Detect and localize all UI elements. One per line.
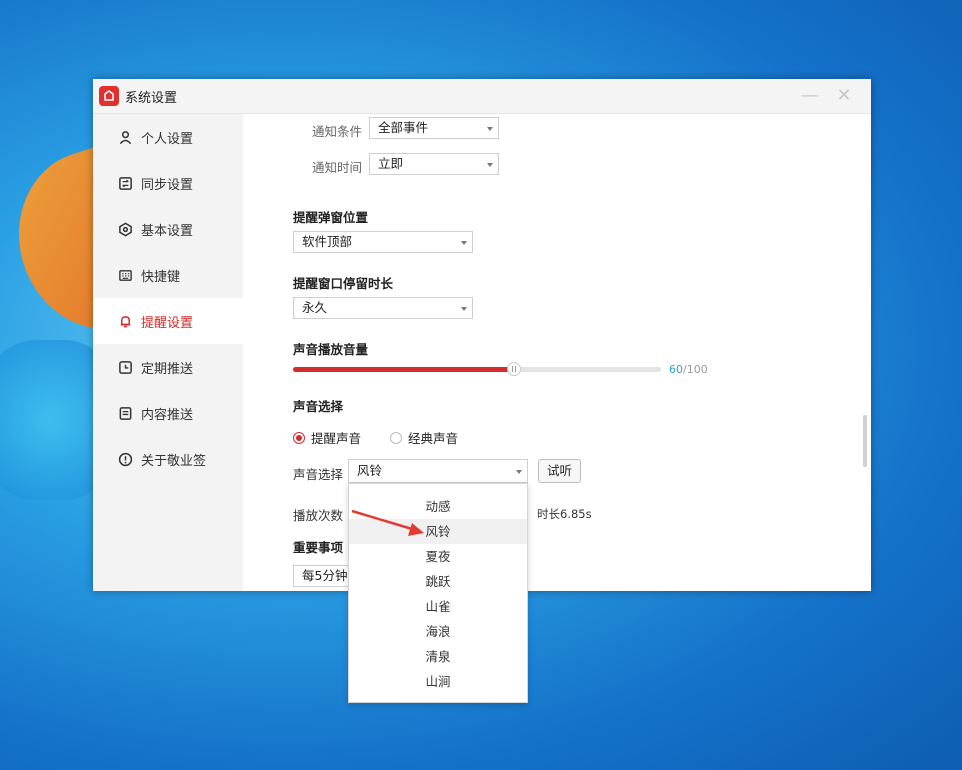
popup-duration-title: 提醒窗口停留时长 <box>293 276 394 291</box>
sidebar-item-sync[interactable]: 同步设置 <box>93 160 243 206</box>
important-interval-select[interactable]: 每5分钟 <box>293 565 353 587</box>
chevron-down-icon <box>461 241 467 245</box>
important-interval-value: 每5分钟 <box>302 568 348 583</box>
bell-icon <box>117 313 133 329</box>
annotation-arrow-icon <box>351 509 424 536</box>
dropdown-option[interactable]: 跳跃 <box>349 569 527 594</box>
notify-condition-select[interactable]: 全部事件 <box>369 117 499 139</box>
popup-duration-value: 永久 <box>302 300 328 315</box>
minimize-button[interactable]: — <box>799 86 821 106</box>
volume-max: /100 <box>683 363 708 376</box>
notify-time-value: 立即 <box>378 156 404 171</box>
dropdown-option[interactable]: 山雀 <box>349 594 527 619</box>
radio-label: 提醒声音 <box>311 431 362 446</box>
dropdown-option[interactable]: 山涧 <box>349 669 527 694</box>
preview-sound-button[interactable]: 试听 <box>538 459 582 483</box>
sidebar-item-label: 定期推送 <box>141 361 194 377</box>
sidebar-item-label: 同步设置 <box>141 177 194 193</box>
radio-unchecked-icon <box>390 431 402 444</box>
chevron-down-icon <box>487 163 493 167</box>
radio-label: 经典声音 <box>408 431 459 446</box>
dropdown-option[interactable]: 海浪 <box>349 619 527 644</box>
volume-value: 60 <box>669 363 683 376</box>
notify-time-select[interactable]: 立即 <box>369 153 499 175</box>
sound-select[interactable]: 风铃 <box>348 459 528 483</box>
sidebar-item-label: 快捷键 <box>141 269 181 285</box>
play-count-label: 播放次数 <box>293 508 344 523</box>
notify-condition-label: 通知条件 <box>312 124 363 139</box>
volume-title: 声音播放音量 <box>293 342 369 357</box>
chevron-down-icon <box>461 307 467 311</box>
sound-duration-text: 时长6.85s <box>537 507 592 521</box>
sidebar-item-about[interactable]: 关于敬业签 <box>93 436 243 482</box>
sidebar-item-label: 提醒设置 <box>141 315 194 331</box>
dropdown-option[interactable]: 夏夜 <box>349 544 527 569</box>
sidebar-item-content-push[interactable]: 内容推送 <box>93 390 243 436</box>
sidebar-item-basic[interactable]: 基本设置 <box>93 206 243 252</box>
sidebar-item-reminders[interactable]: 提醒设置 <box>93 298 243 344</box>
popup-position-title: 提醒弹窗位置 <box>293 210 369 225</box>
sidebar-item-label: 内容推送 <box>141 407 194 423</box>
info-icon <box>117 451 133 467</box>
calendar-icon <box>117 359 133 375</box>
popup-position-select[interactable]: 软件顶部 <box>293 231 473 253</box>
notify-time-label: 通知时间 <box>312 160 363 175</box>
important-title: 重要事项 <box>293 540 344 555</box>
window-title: 系统设置 <box>125 90 178 106</box>
sidebar-item-label: 基本设置 <box>141 223 194 239</box>
sidebar-item-label: 关于敬业签 <box>141 453 207 469</box>
notify-condition-value: 全部事件 <box>378 120 429 135</box>
sidebar-item-scheduled-push[interactable]: 定期推送 <box>93 344 243 390</box>
scrollbar[interactable] <box>863 415 867 467</box>
volume-slider-handle[interactable] <box>506 362 521 376</box>
close-button[interactable]: ✕ <box>833 86 855 106</box>
cloud-logo-icon <box>99 86 119 106</box>
sidebar-item-personal[interactable]: 个人设置 <box>93 114 243 160</box>
radio-classic-sound[interactable]: 经典声音 <box>390 428 458 447</box>
chevron-down-icon <box>516 470 522 474</box>
radio-reminder-sound[interactable]: 提醒声音 <box>293 428 361 447</box>
popup-duration-select[interactable]: 永久 <box>293 297 473 319</box>
chevron-down-icon <box>487 127 493 131</box>
radio-checked-icon <box>293 431 305 444</box>
title-bar: 系统设置 — ✕ <box>93 79 871 114</box>
sidebar: 个人设置 同步设置 基本设置 快捷键 提醒设置 定期推送 内容推送 关于敬业签 <box>93 114 243 591</box>
popup-position-value: 软件顶部 <box>302 234 353 249</box>
volume-slider[interactable] <box>293 362 661 376</box>
document-icon <box>117 405 133 421</box>
settings-content: 通知条件 全部事件 通知时间 立即 提醒弹窗位置 软件顶部 提醒窗口停留时长 永… <box>243 114 871 591</box>
sidebar-item-shortcuts[interactable]: 快捷键 <box>93 252 243 298</box>
sound-select-label: 声音选择 <box>293 467 344 482</box>
keyboard-icon <box>117 267 133 283</box>
sync-icon <box>117 175 133 191</box>
settings-icon <box>117 221 133 237</box>
sound-choice-title: 声音选择 <box>293 399 344 414</box>
dropdown-option[interactable]: 清泉 <box>349 644 527 669</box>
sound-select-value: 风铃 <box>357 463 383 478</box>
volume-slider-fill <box>293 367 514 372</box>
volume-readout: 60/100 <box>669 363 708 376</box>
person-icon <box>117 129 133 145</box>
sidebar-item-label: 个人设置 <box>141 131 194 147</box>
